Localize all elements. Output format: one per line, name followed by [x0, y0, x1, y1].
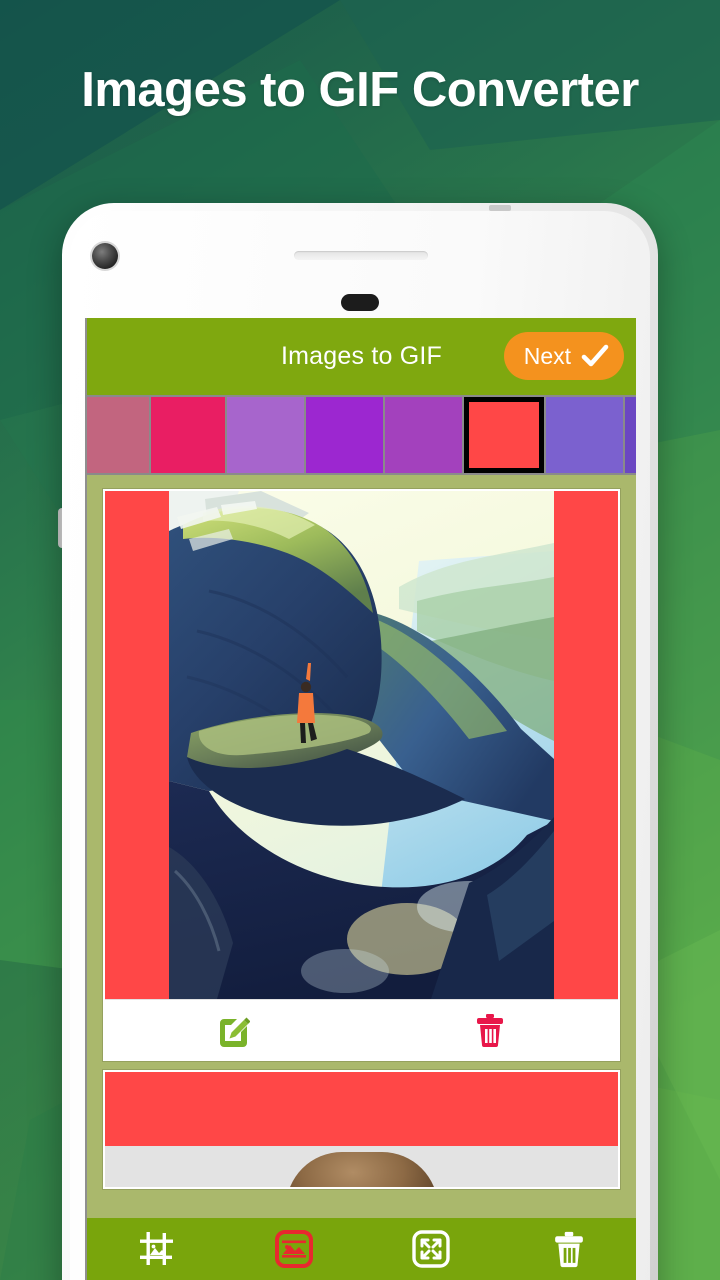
earpiece-speaker-icon — [294, 251, 428, 260]
portrait-head — [285, 1152, 438, 1187]
page-title: Images to GIF Converter — [81, 63, 639, 117]
palette-swatch-3[interactable] — [306, 397, 383, 473]
image-card-portrait[interactable] — [103, 1070, 620, 1189]
app-title: Images to GIF — [281, 342, 442, 370]
palette-swatch-1[interactable] — [151, 397, 225, 473]
bottom-toolbar — [87, 1218, 636, 1280]
palette-swatch-2[interactable] — [227, 397, 304, 473]
card-action-bar — [105, 999, 618, 1059]
toolbar-delete-button[interactable] — [500, 1230, 636, 1268]
app-bar: Images to GIF Next — [87, 318, 636, 395]
crop-icon — [139, 1232, 173, 1265]
toolbar-gallery-button[interactable] — [225, 1229, 363, 1269]
next-button[interactable]: Next — [503, 332, 624, 380]
check-icon — [581, 344, 609, 367]
gallery-icon — [274, 1230, 313, 1268]
toolbar-crop-button[interactable] — [87, 1230, 225, 1268]
edit-pencil-icon — [220, 1017, 251, 1047]
photo-frame-fill — [105, 1072, 618, 1146]
palette-swatch-6[interactable] — [546, 397, 623, 473]
palette-swatch-7[interactable] — [625, 397, 636, 473]
resize-icon — [412, 1230, 451, 1268]
trash-icon — [555, 1231, 583, 1268]
palette-swatch-5[interactable] — [464, 397, 544, 473]
front-camera-icon — [92, 243, 118, 269]
toolbar-resize-button[interactable] — [363, 1229, 501, 1269]
app-screen: Images to GIF Next — [85, 318, 636, 1280]
palette-swatch-0[interactable] — [87, 397, 149, 473]
trash-icon — [476, 1013, 503, 1047]
proximity-sensor-icon — [341, 294, 379, 311]
card-photo-frame-2 — [105, 1072, 618, 1187]
next-button-label: Next — [523, 342, 571, 369]
photo-portrait — [105, 1146, 618, 1187]
delete-image-button[interactable] — [362, 1013, 619, 1047]
color-palette-strip[interactable] — [87, 395, 636, 475]
photo-trolltunga — [169, 491, 554, 999]
edit-image-button[interactable] — [105, 1013, 362, 1047]
card-photo-frame — [105, 491, 618, 999]
phone-top-notch — [489, 205, 511, 211]
palette-swatch-4[interactable] — [385, 397, 462, 473]
image-card-trolltunga[interactable] — [103, 489, 620, 1061]
image-list — [87, 475, 636, 1217]
